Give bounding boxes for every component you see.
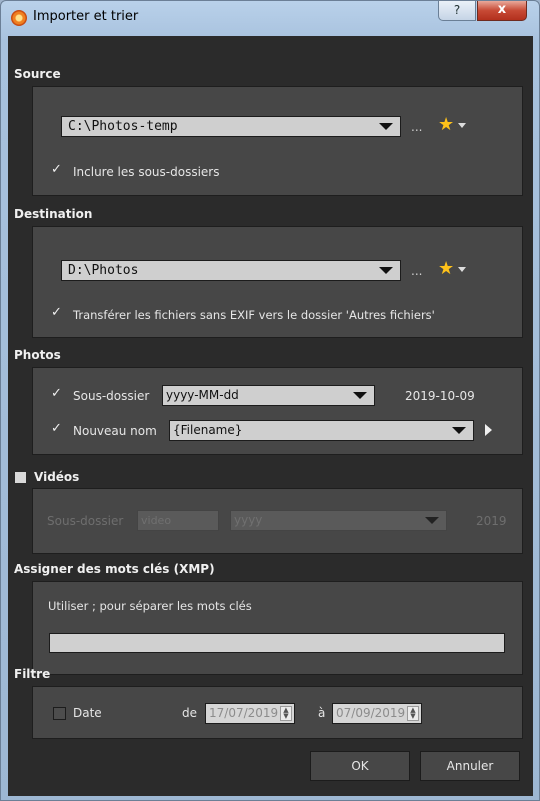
filter-from-date-value: 17/07/2019	[209, 706, 279, 720]
title-bar[interactable]: Importer et trier ? x	[1, 1, 539, 35]
source-browse-button[interactable]: ...	[411, 120, 422, 134]
filter-date-label: Date	[73, 706, 102, 720]
destination-panel: D:\Photos ... ★ ✓ Transférer les fichier…	[32, 226, 523, 338]
filter-to-date-field[interactable]: 07/09/2019 ▲ ▼	[332, 703, 422, 724]
destination-browse-button[interactable]: ...	[411, 264, 422, 278]
keywords-panel: Utiliser ; pour séparer les mots clés	[32, 581, 523, 675]
filter-section-title: Filtre	[14, 667, 51, 681]
videos-subfolder-name-value: video	[141, 514, 172, 527]
destination-favorites-star-icon[interactable]: ★	[438, 260, 454, 278]
source-favorites-dropdown-icon[interactable]	[458, 123, 466, 128]
import-dialog-window: Importer et trier ? x Source C:\Photos-t…	[0, 0, 540, 801]
photos-rename-label: Nouveau nom	[73, 424, 157, 438]
keywords-hint: Utiliser ; pour séparer les mots clés	[48, 599, 252, 613]
transfer-no-exif-label: Transférer les fichiers sans EXIF vers l…	[73, 308, 435, 322]
videos-subfolder-label: Sous-dossier	[47, 514, 124, 528]
source-section-title: Source	[14, 67, 61, 81]
chevron-down-icon	[379, 267, 393, 274]
videos-subfolder-preview: 2019	[476, 514, 507, 528]
keywords-input[interactable]	[49, 633, 505, 653]
videos-subfolder-name-field[interactable]: video	[137, 510, 219, 531]
videos-section-title: Vidéos	[34, 470, 80, 484]
photos-panel: ✓ Sous-dossier yyyy-MM-dd 2019-10-09 ✓ N…	[32, 367, 523, 455]
filter-to-date-value: 07/09/2019	[336, 706, 406, 720]
filter-from-label: de	[182, 706, 197, 720]
filter-from-date-field[interactable]: 17/07/2019 ▲ ▼	[205, 703, 295, 724]
ok-button[interactable]: OK	[310, 751, 410, 781]
include-subfolders-label: Inclure les sous-dossiers	[73, 165, 220, 179]
photos-section-title: Photos	[14, 348, 61, 362]
photos-subfolder-format-combo[interactable]: yyyy-MM-dd	[162, 385, 375, 406]
to-date-spinner-icon[interactable]: ▲ ▼	[407, 706, 419, 721]
filter-date-checkbox[interactable]	[53, 707, 66, 720]
from-date-spinner-icon[interactable]: ▲ ▼	[280, 706, 292, 721]
source-favorites-star-icon[interactable]: ★	[438, 116, 454, 134]
videos-enable-checkbox[interactable]	[14, 471, 27, 484]
chevron-down-icon	[425, 517, 439, 524]
chevron-down-icon	[379, 123, 393, 130]
help-button[interactable]: ?	[438, 1, 476, 21]
photos-rename-pattern-value: {Filename}	[173, 423, 243, 437]
videos-subfolder-format-combo[interactable]: yyyy	[230, 510, 447, 531]
videos-subfolder-format-value: yyyy	[234, 513, 263, 527]
photos-subfolder-preview: 2019-10-09	[405, 389, 475, 403]
chevron-down-icon	[353, 392, 367, 399]
filter-to-label: à	[318, 706, 326, 720]
dialog-content: Source C:\Photos-temp ... ★ ✓ Inclure le…	[8, 36, 533, 796]
rename-options-arrow-icon[interactable]	[485, 424, 492, 436]
photos-subfolder-label: Sous-dossier	[73, 389, 150, 403]
transfer-no-exif-checkbox[interactable]: ✓	[51, 306, 64, 320]
source-path-combo[interactable]: C:\Photos-temp	[61, 116, 401, 137]
chevron-down-icon	[452, 427, 466, 434]
source-panel: C:\Photos-temp ... ★ ✓ Inclure les sous-…	[32, 86, 523, 196]
filter-panel: Date de 17/07/2019 ▲ ▼ à 07/09/2019 ▲ ▼	[32, 686, 523, 739]
destination-path-combo[interactable]: D:\Photos	[61, 260, 401, 281]
window-title: Importer et trier	[33, 9, 139, 24]
destination-section-title: Destination	[14, 207, 93, 221]
photos-subfolder-checkbox[interactable]: ✓	[51, 387, 64, 401]
keywords-section-title: Assigner des mots clés (XMP)	[14, 562, 215, 576]
close-button[interactable]: x	[477, 1, 527, 21]
videos-panel: Sous-dossier video yyyy 2019	[32, 488, 523, 554]
app-icon	[11, 10, 27, 26]
photos-rename-pattern-combo[interactable]: {Filename}	[169, 420, 474, 441]
cancel-button[interactable]: Annuler	[420, 751, 520, 781]
photos-subfolder-format-value: yyyy-MM-dd	[166, 388, 239, 402]
include-subfolders-checkbox[interactable]: ✓	[51, 163, 64, 177]
photos-rename-checkbox[interactable]: ✓	[51, 422, 64, 436]
destination-favorites-dropdown-icon[interactable]	[458, 267, 466, 272]
destination-path-value: D:\Photos	[68, 263, 139, 278]
source-path-value: C:\Photos-temp	[68, 119, 178, 134]
